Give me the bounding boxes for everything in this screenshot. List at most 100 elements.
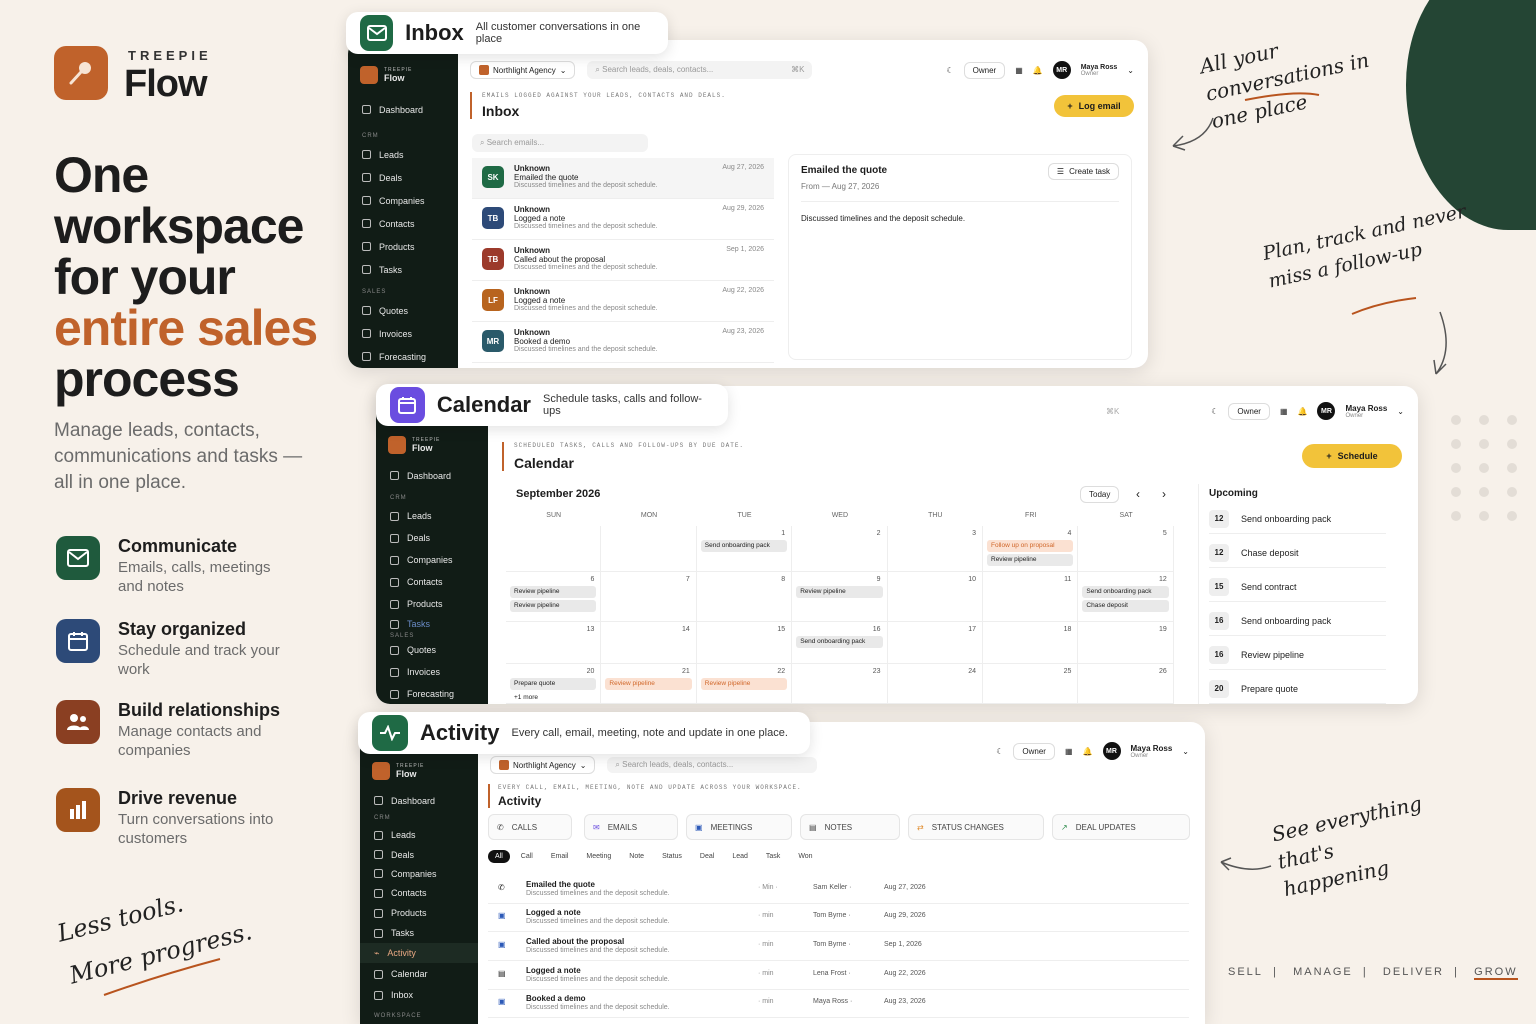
- owner-button[interactable]: Owner: [1228, 402, 1270, 420]
- activity-row[interactable]: ✆ Emailed the quote Discussed timelines an…: [488, 876, 1189, 904]
- filter-all[interactable]: All: [488, 850, 510, 863]
- sidebar-item-forecasting[interactable]: Forecasting: [348, 345, 458, 368]
- email-search-input[interactable]: ⌕ Search emails...: [472, 134, 648, 152]
- calendar-day[interactable]: 8: [696, 572, 793, 622]
- calendar-event[interactable]: Review pipeline: [605, 678, 692, 690]
- type-chip-calls[interactable]: ✆ CALLS: [488, 814, 572, 840]
- sidebar-item-dashboard[interactable]: Dashboard: [348, 98, 458, 121]
- calendar-event[interactable]: Send onboarding pack: [700, 540, 788, 552]
- filter-deal[interactable]: Deal: [693, 850, 721, 863]
- sidebar-item-tasks[interactable]: Tasks: [376, 615, 488, 633]
- sidebar-item-contacts[interactable]: Contacts: [348, 212, 458, 235]
- chevron-down-icon[interactable]: ⌄: [1397, 407, 1404, 416]
- calendar-day[interactable]: 21 Review pipeline: [601, 664, 697, 704]
- chevron-left-icon[interactable]: ‹: [1136, 487, 1140, 501]
- calendar-event[interactable]: Send onboarding pack: [796, 636, 883, 648]
- calendar-day[interactable]: 5: [1078, 526, 1174, 572]
- filter-won[interactable]: Won: [791, 850, 819, 863]
- bell-icon[interactable]: 🔔: [1033, 66, 1043, 75]
- avatar[interactable]: MR: [1102, 742, 1121, 760]
- calendar-day[interactable]: 19: [1078, 622, 1174, 664]
- calendar-day[interactable]: 1 Send onboarding pack: [696, 526, 793, 572]
- filter-email[interactable]: Email: [544, 850, 576, 863]
- calendar-day[interactable]: 24: [887, 664, 983, 704]
- bell-icon[interactable]: 🔔: [1083, 747, 1093, 756]
- chevron-right-icon[interactable]: ›: [1162, 487, 1166, 501]
- sidebar-item-companies[interactable]: Companies: [376, 549, 488, 571]
- calendar-day[interactable]: 12 Send onboarding pack Chase deposit: [1078, 572, 1174, 622]
- avatar[interactable]: MR: [1317, 402, 1336, 420]
- sidebar-item-products[interactable]: Products: [348, 235, 458, 258]
- moon-icon[interactable]: ☾: [996, 747, 1003, 756]
- search-input[interactable]: ⌕ Search leads, deals, contacts... ⌘K: [587, 61, 813, 79]
- filter-meeting[interactable]: Meeting: [579, 850, 618, 863]
- type-chip-meetings[interactable]: ▣ MEETINGS: [686, 814, 792, 840]
- calendar-event[interactable]: Review pipeline: [700, 678, 788, 690]
- sidebar-item-deals[interactable]: Deals: [348, 166, 458, 189]
- filter-call[interactable]: Call: [514, 850, 540, 863]
- activity-row[interactable]: ▤ Logged a note Discussed timelines and th…: [488, 962, 1189, 990]
- sidebar-item-dashboard[interactable]: Dashboard: [376, 464, 488, 487]
- calendar-day[interactable]: 3: [887, 526, 983, 572]
- sidebar-item-deals[interactable]: Deals: [360, 845, 478, 864]
- sidebar-item-inbox[interactable]: Inbox: [360, 985, 478, 1005]
- calendar-day[interactable]: 17: [887, 622, 983, 664]
- schedule-button[interactable]: + Schedule: [1302, 444, 1402, 468]
- sidebar-item-deals[interactable]: Deals: [376, 527, 488, 549]
- sidebar-item-quotes[interactable]: Quotes: [376, 639, 488, 661]
- upcoming-item[interactable]: 16 Send onboarding pack: [1209, 606, 1386, 636]
- filter-status[interactable]: Status: [655, 850, 689, 863]
- avatar[interactable]: MR: [1052, 61, 1071, 79]
- owner-button[interactable]: Owner: [963, 61, 1006, 79]
- calendar-event[interactable]: Prepare quote: [510, 678, 597, 690]
- moon-icon[interactable]: ☾: [1211, 407, 1218, 416]
- calendar-day[interactable]: 13: [506, 622, 602, 664]
- sidebar-item-invoices[interactable]: Invoices: [376, 661, 488, 683]
- calendar-day[interactable]: 15: [696, 622, 793, 664]
- type-chip-notes[interactable]: ▤ NOTES: [800, 814, 900, 840]
- calendar-day[interactable]: [506, 526, 602, 572]
- sidebar-item-dashboard[interactable]: Dashboard: [360, 790, 478, 811]
- sidebar-item-forecasting[interactable]: Forecasting: [376, 683, 488, 704]
- today-button[interactable]: Today: [1080, 486, 1120, 503]
- email-row[interactable]: MR Unknown Booked a demo Discussed timeline…: [472, 322, 774, 363]
- sidebar-item-invoices[interactable]: Invoices: [348, 322, 458, 345]
- calendar-event[interactable]: +1 more: [510, 692, 596, 704]
- sidebar-item-leads[interactable]: Leads: [376, 505, 488, 527]
- log-email-button[interactable]: + Log email: [1054, 95, 1134, 117]
- calendar-day[interactable]: 20 Prepare quote +1 more: [506, 664, 602, 704]
- activity-row[interactable]: ▣ Booked a demo Discussed timelines and th…: [488, 990, 1189, 1018]
- moon-icon[interactable]: ☾: [946, 66, 953, 75]
- calendar-day[interactable]: 22 Review pipeline: [696, 664, 793, 704]
- bell-icon[interactable]: 🔔: [1298, 407, 1308, 416]
- type-chip-emails[interactable]: ✉ EMAILS: [584, 814, 678, 840]
- upcoming-item[interactable]: 15 Send contract: [1209, 572, 1386, 602]
- type-chip-deal-updates[interactable]: ↗ DEAL UPDATES: [1052, 814, 1190, 840]
- calendar-event[interactable]: Chase deposit: [1082, 600, 1169, 612]
- calendar-day[interactable]: 11: [983, 572, 1079, 622]
- sidebar-item-activity[interactable]: ⌁ Activity: [360, 943, 478, 963]
- sidebar-item-companies[interactable]: Companies: [360, 864, 478, 883]
- email-row[interactable]: LF Unknown Logged a note Discussed timeline…: [472, 281, 774, 322]
- calendar-event[interactable]: Send onboarding pack: [1082, 586, 1169, 598]
- calendar-day[interactable]: 7: [601, 572, 697, 622]
- sidebar-item-calendar[interactable]: Calendar: [360, 963, 478, 985]
- email-row[interactable]: SK Unknown Emailed the quote Discussed time…: [472, 158, 774, 199]
- sidebar-item-quotes[interactable]: Quotes: [348, 299, 458, 322]
- activity-row[interactable]: ▣ Called about the proposal Discussed time…: [488, 933, 1189, 961]
- sidebar-item-products[interactable]: Products: [376, 593, 488, 615]
- upcoming-item[interactable]: 12 Chase deposit: [1209, 538, 1386, 568]
- calendar-day[interactable]: 16 Send onboarding pack: [792, 622, 888, 664]
- workspace-switcher[interactable]: Northlight Agency ⌄: [490, 756, 596, 774]
- create-task-button[interactable]: ☰ Create task: [1047, 163, 1119, 180]
- type-chip-status-changes[interactable]: ⇄ STATUS CHANGES: [908, 814, 1044, 840]
- sidebar-item-companies[interactable]: Companies: [348, 189, 458, 212]
- activity-row[interactable]: ▣ Logged a note Discussed timelines and th…: [488, 904, 1189, 932]
- sidebar-item-tasks[interactable]: Tasks: [348, 258, 458, 281]
- grid-icon[interactable]: ▦: [1015, 66, 1023, 75]
- sidebar-item-tasks[interactable]: Tasks: [360, 923, 478, 943]
- chevron-down-icon[interactable]: ⌄: [1182, 747, 1189, 756]
- grid-icon[interactable]: ▦: [1280, 407, 1288, 416]
- calendar-day[interactable]: 14: [601, 622, 697, 664]
- calendar-day[interactable]: 23: [792, 664, 888, 704]
